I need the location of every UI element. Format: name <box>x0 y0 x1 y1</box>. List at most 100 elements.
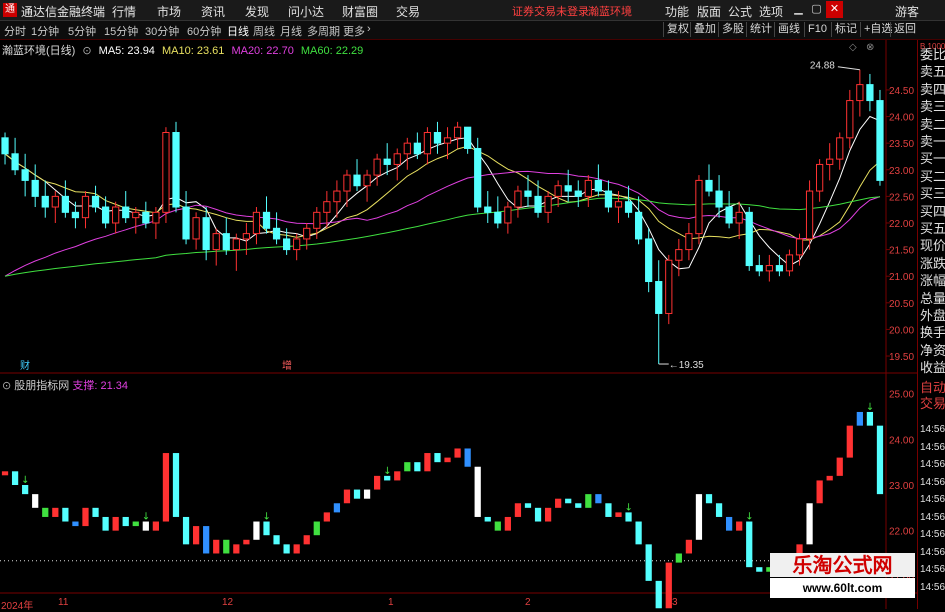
period-multi[interactable]: 多周期 <box>307 23 340 39</box>
indicator-bar <box>424 453 431 472</box>
candle-body <box>293 238 301 251</box>
toolbar-huaxian[interactable]: 画线 <box>774 22 803 37</box>
menu-banmian[interactable]: 版面 <box>697 3 721 20</box>
indicator-bar <box>555 498 562 508</box>
candle-body <box>755 265 763 272</box>
panel-item-1: 卖五 <box>920 64 945 80</box>
candle-body <box>262 211 271 229</box>
candle-body <box>343 174 351 192</box>
indicator-bar <box>444 457 451 463</box>
down-arrow-icon: ↓ <box>866 402 874 413</box>
toolbar-back[interactable]: 返回 <box>890 22 919 37</box>
candle-body <box>142 211 150 224</box>
period-30min[interactable]: 30分钟 <box>145 23 179 39</box>
toolbar-f10[interactable]: F10 <box>804 22 830 37</box>
toolbar-tongji[interactable]: 统计 <box>746 22 775 37</box>
period-weekly[interactable]: 周线 <box>253 23 275 39</box>
period-5min[interactable]: 5分钟 <box>68 23 96 39</box>
indicator-bar <box>1 471 9 476</box>
menu-hangqing[interactable]: 行情 <box>112 3 136 20</box>
y-tick-label: 23.00 <box>889 166 914 177</box>
x-label-1: 1 <box>388 597 394 608</box>
login-notice[interactable]: 证券交易未登录 <box>512 3 589 19</box>
indicator-bar <box>122 516 129 527</box>
candle-body <box>413 142 421 155</box>
candle-body <box>152 211 160 224</box>
indicator-bar <box>343 489 351 504</box>
indicator-bar <box>756 567 763 572</box>
candle-body <box>242 233 251 240</box>
tick-time-label: 14:56 <box>920 511 945 523</box>
guest-label[interactable]: 游客 <box>895 3 919 20</box>
tick-time-label: 14:56 <box>920 564 945 575</box>
candle-body <box>172 132 180 208</box>
toolbar-duogu[interactable]: 多股 <box>718 22 747 37</box>
menu-xuanxiang[interactable]: 选项 <box>759 3 783 20</box>
toolbar-diejia[interactable]: 叠加 <box>690 22 719 37</box>
candle-body <box>453 126 462 139</box>
period-60min[interactable]: 60分钟 <box>187 23 221 39</box>
y-tick-label: 21.50 <box>889 246 914 257</box>
indicator-bar <box>293 544 300 554</box>
indicator-bar <box>323 512 330 522</box>
menu-shichang[interactable]: 市场 <box>157 3 181 20</box>
x-label-12: 12 <box>222 597 234 608</box>
candle-body <box>866 84 874 102</box>
tick-time-label: 14:56 <box>920 546 945 558</box>
stock-name-notice: 瀚蓝环境 <box>588 6 632 18</box>
candle-body <box>132 211 140 219</box>
indicator-bar <box>464 448 471 467</box>
candle-body <box>232 238 240 251</box>
y-tick-label: 23.50 <box>889 139 914 150</box>
period-bar: 分时 1分钟 5分钟 15分钟 30分钟 60分钟 日线 周线 月线 多周期 更… <box>0 21 945 40</box>
menu-gongneng[interactable]: 功能 <box>665 3 689 20</box>
down-arrow-icon: ↓ <box>21 475 29 486</box>
indicator-bar <box>283 544 290 554</box>
menu-faxian[interactable]: 发现 <box>245 3 269 20</box>
menu-caifuquan[interactable]: 财富圈 <box>342 3 378 20</box>
indicator-bar <box>22 485 29 495</box>
indicator-bar <box>876 425 884 495</box>
more-chevron-icon[interactable]: › <box>367 23 371 35</box>
period-monthly[interactable]: 月线 <box>280 23 302 39</box>
menu-wenxiaoda[interactable]: 问小达 <box>288 3 324 20</box>
period-15min[interactable]: 15分钟 <box>104 23 138 39</box>
candle-body <box>303 227 311 240</box>
restore-icon[interactable]: ▢ <box>808 1 825 18</box>
close-icon[interactable]: ✕ <box>826 1 843 18</box>
indicator-bar <box>504 516 511 531</box>
candle-body <box>51 195 59 208</box>
y-tick-label: 24.00 <box>889 113 914 124</box>
indicator-bar <box>182 516 190 545</box>
toolbar-fuquan[interactable]: 复权 <box>663 22 692 37</box>
candle-body <box>655 281 663 314</box>
toolbar-biaoji[interactable]: 标记 <box>831 22 860 37</box>
candle-body <box>836 137 844 160</box>
right-quote-panel: B 1000 委比 卖五 卖四 卖三 卖二 卖一 买一 买二 买三 买四 买五 现价 涨跌 涨幅 总量 外盘 换手… <box>917 40 945 609</box>
indicator-bar <box>635 521 642 545</box>
candle-body <box>725 206 733 224</box>
candle-body <box>423 132 432 155</box>
candle-body <box>313 211 321 229</box>
period-1min[interactable]: 1分钟 <box>31 23 59 39</box>
price-chart[interactable]: ↓↓ ↓↓↓↓↓ 24.5024.0023.5023.0022.5022.0021… <box>0 40 917 609</box>
panel-item-17: 净资 <box>920 342 945 358</box>
minimize-icon[interactable]: ▁ <box>790 1 807 18</box>
panel-item-10: 买五 <box>920 221 945 236</box>
panel-item-2: 卖四 <box>920 81 945 97</box>
menu-zixun[interactable]: 资讯 <box>201 3 225 20</box>
panel-item-20[interactable]: 交易 <box>920 396 945 411</box>
period-more[interactable]: 更多 <box>343 23 365 39</box>
period-fenshi[interactable]: 分时 <box>4 23 26 39</box>
candle-body <box>705 179 713 192</box>
candle-body <box>524 190 532 197</box>
candle-body <box>333 190 341 203</box>
period-daily[interactable]: 日线 <box>227 23 249 39</box>
panel-item-19[interactable]: 自动 <box>920 380 945 395</box>
indicator-bar <box>404 462 411 472</box>
menu-jiaoyi[interactable]: 交易 <box>396 3 420 20</box>
indicator-bar <box>172 453 180 517</box>
menu-gongshi[interactable]: 公式 <box>728 3 752 20</box>
watermark-url: www.60lt.com <box>770 578 915 598</box>
indicator-bar <box>736 521 743 531</box>
